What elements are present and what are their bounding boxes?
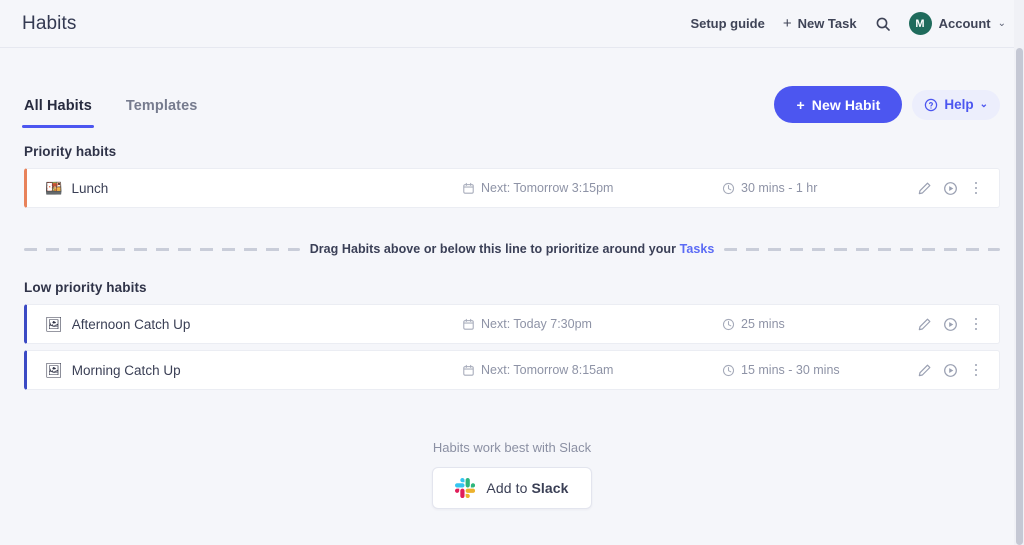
help-label: Help [944,97,973,112]
framed-picture-icon: 🖼 [45,363,63,377]
clock-icon [722,318,735,331]
plus-icon: + [783,16,792,31]
row-actions [917,180,999,196]
habit-next-text: Next: Tomorrow 3:15pm [481,181,613,195]
play-circle-icon[interactable] [943,363,958,378]
scrollbar-track[interactable] [1014,0,1024,545]
habit-next-occurrence: Next: Tomorrow 3:15pm [462,181,722,195]
avatar: M [909,12,932,35]
habit-name: Morning Catch Up [72,363,181,378]
page-actions: + New Habit Help ⌄ [774,80,1000,123]
search-icon[interactable] [875,16,891,32]
dashed-line-left [24,248,300,251]
habit-duration-text: 30 mins - 1 hr [741,181,817,195]
account-label: Account [939,16,991,31]
habit-name: Afternoon Catch Up [72,317,191,332]
habit-duration: 30 mins - 1 hr [722,181,917,195]
main-content: All Habits Templates + New Habit [0,48,1024,509]
clock-icon [722,364,735,377]
new-task-label: New Task [798,16,857,31]
add-to-slack-brand: Slack [531,480,568,496]
slack-footer: Habits work best with Slack [24,440,1000,509]
add-to-slack-label: Add to Slack [486,480,568,496]
habit-next-text: Next: Tomorrow 8:15am [481,363,613,377]
play-circle-icon[interactable] [943,181,958,196]
chevron-down-icon: ⌄ [980,100,988,110]
habit-name-cell: 🖼 Afternoon Catch Up [27,317,462,332]
pencil-icon[interactable] [917,363,932,378]
chevron-down-icon: ⌄ [998,19,1006,29]
bento-box-icon: 🍱 [45,181,62,195]
help-button[interactable]: Help ⌄ [912,90,1000,120]
habit-next-occurrence: Next: Today 7:30pm [462,317,722,331]
pencil-icon[interactable] [917,317,932,332]
pencil-icon[interactable] [917,181,932,196]
priority-habits-list: 🍱 Lunch Next: Tomorrow 3:15pm [24,168,1000,208]
new-task-button[interactable]: + New Task [783,16,857,31]
tabs-row: All Habits Templates + New Habit [24,48,1000,128]
tasks-link[interactable]: Tasks [680,242,715,256]
dashed-line-right [724,248,1000,251]
play-circle-icon[interactable] [943,317,958,332]
plus-icon: + [796,97,804,113]
priority-habits-title: Priority habits [24,144,1000,159]
top-bar-actions: Setup guide + New Task M Account ⌄ [690,12,1006,35]
habit-duration: 25 mins [722,317,917,331]
setup-guide-link[interactable]: Setup guide [690,16,764,31]
drag-divider-text-main: Drag Habits above or below this line to … [310,242,676,256]
tab-templates[interactable]: Templates [126,98,198,128]
calendar-icon [462,364,475,377]
table-row[interactable]: 🖼 Afternoon Catch Up Next: Today 7:30pm [24,304,1000,344]
calendar-icon [462,182,475,195]
framed-picture-icon: 🖼 [45,317,63,331]
habits-app: Habits Setup guide + New Task M Account … [0,0,1024,545]
low-priority-habits-title: Low priority habits [24,280,1000,295]
row-actions [917,316,999,332]
habit-next-text: Next: Today 7:30pm [481,317,592,331]
drag-divider: Drag Habits above or below this line to … [24,234,1000,264]
drag-divider-text: Drag Habits above or below this line to … [310,242,715,256]
tab-all-habits[interactable]: All Habits [24,98,92,128]
table-row[interactable]: 🍱 Lunch Next: Tomorrow 3:15pm [24,168,1000,208]
more-vertical-icon[interactable] [969,316,983,332]
slack-caption: Habits work best with Slack [433,440,591,455]
table-row[interactable]: 🖼 Morning Catch Up Next: Tomorrow 8:15am [24,350,1000,390]
scrollbar-thumb[interactable] [1016,48,1023,545]
question-circle-icon [924,98,938,112]
row-actions [917,362,999,378]
habit-duration: 15 mins - 30 mins [722,363,917,377]
add-to-slack-prefix: Add to [486,480,531,496]
habit-name: Lunch [71,181,108,196]
habit-duration-text: 25 mins [741,317,785,331]
more-vertical-icon[interactable] [969,362,983,378]
add-to-slack-button[interactable]: Add to Slack [432,467,591,509]
calendar-icon [462,318,475,331]
more-vertical-icon[interactable] [969,180,983,196]
slack-logo-icon [455,478,475,498]
habit-name-cell: 🍱 Lunch [27,181,462,196]
tab-list: All Habits Templates [24,80,197,128]
account-menu[interactable]: M Account ⌄ [909,12,1006,35]
habit-name-cell: 🖼 Morning Catch Up [27,363,462,378]
top-bar: Habits Setup guide + New Task M Account … [0,0,1024,48]
new-habit-label: New Habit [812,97,881,113]
new-habit-button[interactable]: + New Habit [774,86,902,123]
habit-next-occurrence: Next: Tomorrow 8:15am [462,363,722,377]
app-title: Habits [22,13,76,35]
low-priority-habits-list: 🖼 Afternoon Catch Up Next: Today 7:30pm [24,304,1000,390]
habit-duration-text: 15 mins - 30 mins [741,363,840,377]
clock-icon [722,182,735,195]
